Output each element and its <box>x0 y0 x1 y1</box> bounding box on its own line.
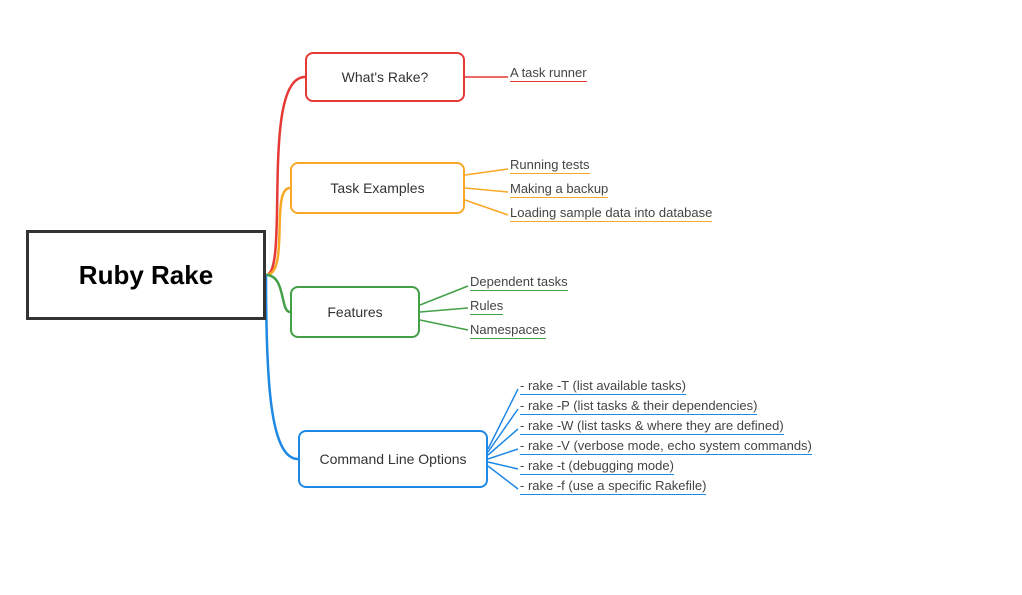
cmd-leaf-4: - rake -V (verbose mode, echo system com… <box>520 438 812 455</box>
cmd-options-node: Command Line Options <box>298 430 488 488</box>
features-label: Features <box>327 304 382 320</box>
task-examples-node: Task Examples <box>290 162 465 214</box>
task-examples-leaf-3: Loading sample data into database <box>510 205 712 222</box>
root-label: Ruby Rake <box>79 260 213 291</box>
features-leaf-2: Rules <box>470 298 503 315</box>
cmd-leaf-3: - rake -W (list tasks & where they are d… <box>520 418 784 435</box>
cmd-options-label: Command Line Options <box>319 451 466 467</box>
task-examples-label: Task Examples <box>330 180 424 196</box>
features-leaf-1: Dependent tasks <box>470 274 568 291</box>
task-examples-leaf-2: Making a backup <box>510 181 608 198</box>
task-examples-leaf-1: Running tests <box>510 157 590 174</box>
root-node: Ruby Rake <box>26 230 266 320</box>
whats-rake-leaf-1: A task runner <box>510 65 587 82</box>
cmd-leaf-2: - rake -P (list tasks & their dependenci… <box>520 398 757 415</box>
features-node: Features <box>290 286 420 338</box>
cmd-leaf-6: - rake -f (use a specific Rakefile) <box>520 478 706 495</box>
whats-rake-label: What's Rake? <box>342 69 429 85</box>
whats-rake-node: What's Rake? <box>305 52 465 102</box>
features-leaf-3: Namespaces <box>470 322 546 339</box>
cmd-leaf-5: - rake -t (debugging mode) <box>520 458 674 475</box>
cmd-leaf-1: - rake -T (list available tasks) <box>520 378 686 395</box>
